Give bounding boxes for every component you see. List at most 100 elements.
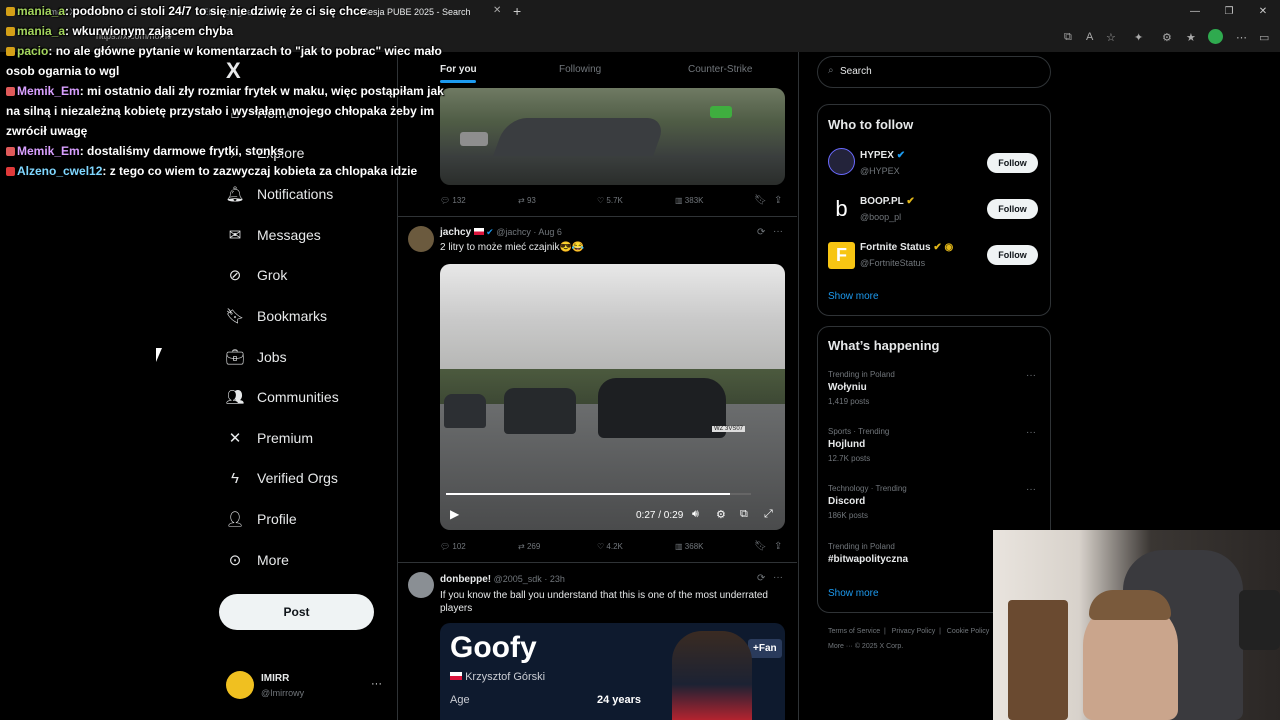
trend-menu-icon[interactable]: ···	[1026, 427, 1036, 438]
favorite-star-icon[interactable]: ☆	[1106, 31, 1116, 44]
author-handle[interactable]: @jachcy	[496, 227, 531, 237]
volume-icon[interactable]: 🔊︎	[692, 508, 699, 521]
bookmark-icon[interactable]: 🔖︎	[754, 541, 767, 552]
nav-more[interactable]: ⊙ More	[222, 545, 289, 575]
video-player[interactable]: WZ 3VS07 ▶ 0:27 / 0:29 🔊︎ ⚙ ⧉ ⤢	[440, 264, 785, 530]
trend-item[interactable]: Trending in Poland Wołyniu 1,419 posts	[828, 370, 895, 406]
tab-following[interactable]: Following	[559, 64, 601, 75]
nav-jobs[interactable]: 💼︎ Jobs	[222, 342, 287, 372]
repost-count[interactable]: ⇄ 269	[518, 542, 540, 551]
flag-icon	[450, 672, 462, 680]
avatar[interactable]	[828, 148, 855, 175]
new-tab-icon[interactable]: +	[513, 3, 521, 19]
browser-tab-active[interactable]: Sesja PUBE 2025 - Search	[362, 0, 512, 24]
account-menu-icon[interactable]: ···	[371, 678, 382, 690]
trend-menu-icon[interactable]: ···	[1026, 370, 1036, 381]
profile-avatar-icon[interactable]	[1208, 29, 1223, 44]
account-avatar[interactable]	[226, 671, 254, 699]
show-more-link[interactable]: Show more	[828, 291, 879, 302]
tab-for-you[interactable]: For you	[440, 64, 477, 75]
x-logo-icon[interactable]: X	[226, 58, 241, 84]
follow-button[interactable]: Follow	[987, 245, 1038, 265]
settings-gear-icon[interactable]: ⚙	[716, 508, 726, 521]
avatar[interactable]	[408, 572, 434, 598]
post-button[interactable]: Post	[219, 594, 374, 630]
post-menu-icon[interactable]: ···	[773, 572, 783, 583]
trend-item[interactable]: Sports · Trending Hojlund 12.7K posts	[828, 427, 889, 463]
author-name[interactable]: jachcy	[440, 227, 471, 238]
nav-profile[interactable]: 👤︎ Profile	[222, 504, 296, 534]
like-count[interactable]: ♡ 5.7K	[597, 196, 623, 205]
fullscreen-icon[interactable]: ⤢	[764, 508, 773, 521]
split-screen-icon[interactable]: ⚙	[1162, 31, 1172, 44]
view-count[interactable]: ▥ 368K	[675, 542, 703, 551]
suggested-user-name[interactable]: Fortnite Status ✔ ◉	[860, 242, 953, 253]
chat-username: Memik_Em	[17, 84, 80, 98]
chat-message: Memik_Em: dostaliśmy darmowe frytki, sto…	[6, 144, 284, 158]
suggested-user-name[interactable]: BOOP.PL ✔	[860, 196, 915, 207]
show-more-link[interactable]: Show more	[828, 588, 879, 599]
like-count[interactable]: ♡ 4.2K	[597, 542, 623, 551]
post-date[interactable]: 23h	[550, 574, 565, 584]
menu-dots-icon[interactable]: ⋯	[1236, 31, 1247, 44]
open-external-icon[interactable]: ⧉	[1064, 31, 1072, 44]
close-window-icon[interactable]: ✕	[1246, 0, 1280, 24]
player-card-image[interactable]: Goofy +Fan Krzysztof Górski Age 24 years	[440, 623, 785, 720]
minimize-icon[interactable]: —	[1178, 0, 1212, 24]
share-icon[interactable]: ⇪	[774, 541, 782, 552]
who-to-follow-title: Who to follow	[828, 117, 914, 132]
fan-button[interactable]: +Fan	[748, 639, 782, 658]
reply-count-value: 132	[452, 196, 466, 205]
post-date[interactable]: Aug 6	[538, 227, 562, 237]
suggested-user-name[interactable]: HYPEX ✔	[860, 150, 905, 161]
chat-message-continued: na silną i niezależną kobietę przystało …	[6, 104, 434, 118]
footer-terms-link[interactable]: Terms of Service	[828, 628, 880, 635]
bookmark-icon[interactable]: 🔖︎	[754, 195, 767, 206]
boop-logo-icon[interactable]: b	[828, 195, 855, 222]
fortnite-logo-icon[interactable]: F	[828, 242, 855, 269]
author-handle[interactable]: @2005_sdk	[494, 574, 542, 584]
nav-notifications[interactable]: 🔔︎ Notifications	[222, 179, 333, 209]
search-input[interactable]: Search	[840, 66, 872, 77]
sidebar-toggle-icon[interactable]: ▭	[1259, 31, 1269, 44]
follow-button[interactable]: Follow	[987, 153, 1038, 173]
read-aloud-icon[interactable]: A	[1086, 31, 1093, 43]
maximize-icon[interactable]: ❐	[1212, 0, 1246, 24]
nav-premium[interactable]: ✕ Premium	[222, 423, 313, 453]
follow-button[interactable]: Follow	[987, 199, 1038, 219]
footer-links: Terms of Service | Privacy Policy | Cook…	[828, 628, 990, 635]
nav-communities[interactable]: 👥︎ Communities	[222, 382, 338, 412]
picture-in-picture-icon[interactable]: ⧉	[740, 508, 748, 521]
view-count[interactable]: ▥ 383K	[675, 196, 703, 205]
grok-analyze-icon[interactable]: ⟳	[757, 573, 765, 584]
post-image[interactable]	[440, 88, 785, 185]
search-box[interactable]: ⌕ Search	[817, 56, 1051, 88]
nav-bookmarks[interactable]: 🔖︎ Bookmarks	[222, 301, 327, 331]
trend-menu-icon[interactable]: ···	[1026, 484, 1036, 495]
nav-messages[interactable]: ✉ Messages	[222, 220, 321, 250]
trend-category: Sports · Trending	[828, 427, 890, 436]
favorites-icon[interactable]: ★	[1186, 31, 1196, 44]
suggested-user-name-text: HYPEX	[860, 150, 894, 161]
avatar[interactable]	[408, 226, 434, 252]
car-shape	[444, 394, 486, 428]
trend-item[interactable]: Technology · Trending Discord 186K posts	[828, 484, 907, 520]
trend-item[interactable]: Trending in Poland #bitwapolityczna	[828, 542, 908, 565]
nav-grok[interactable]: ⊘ Grok	[222, 260, 288, 290]
footer-cookie-link[interactable]: Cookie Policy	[947, 628, 989, 635]
tab-counter-strike[interactable]: Counter-Strike	[688, 64, 752, 75]
post-menu-icon[interactable]: ···	[773, 226, 783, 237]
nav-verified-orgs[interactable]: ϟ Verified Orgs	[222, 463, 338, 493]
author-name[interactable]: donbeppe!	[440, 574, 491, 585]
grok-analyze-icon[interactable]: ⟳	[757, 227, 765, 238]
repost-count[interactable]: ⇄ 93	[518, 196, 536, 205]
reply-count[interactable]: 💬︎ 132	[440, 196, 466, 205]
share-icon[interactable]: ⇪	[774, 195, 782, 206]
heart-icon: ♡	[597, 542, 605, 551]
close-tab-icon[interactable]: ✕	[493, 5, 501, 16]
play-icon[interactable]: ▶	[450, 507, 459, 521]
reply-count[interactable]: 💬︎ 102	[440, 542, 466, 551]
nav-jobs-label: Jobs	[257, 349, 287, 365]
extensions-icon[interactable]: ✦	[1134, 31, 1143, 44]
footer-privacy-link[interactable]: Privacy Policy	[892, 628, 936, 635]
